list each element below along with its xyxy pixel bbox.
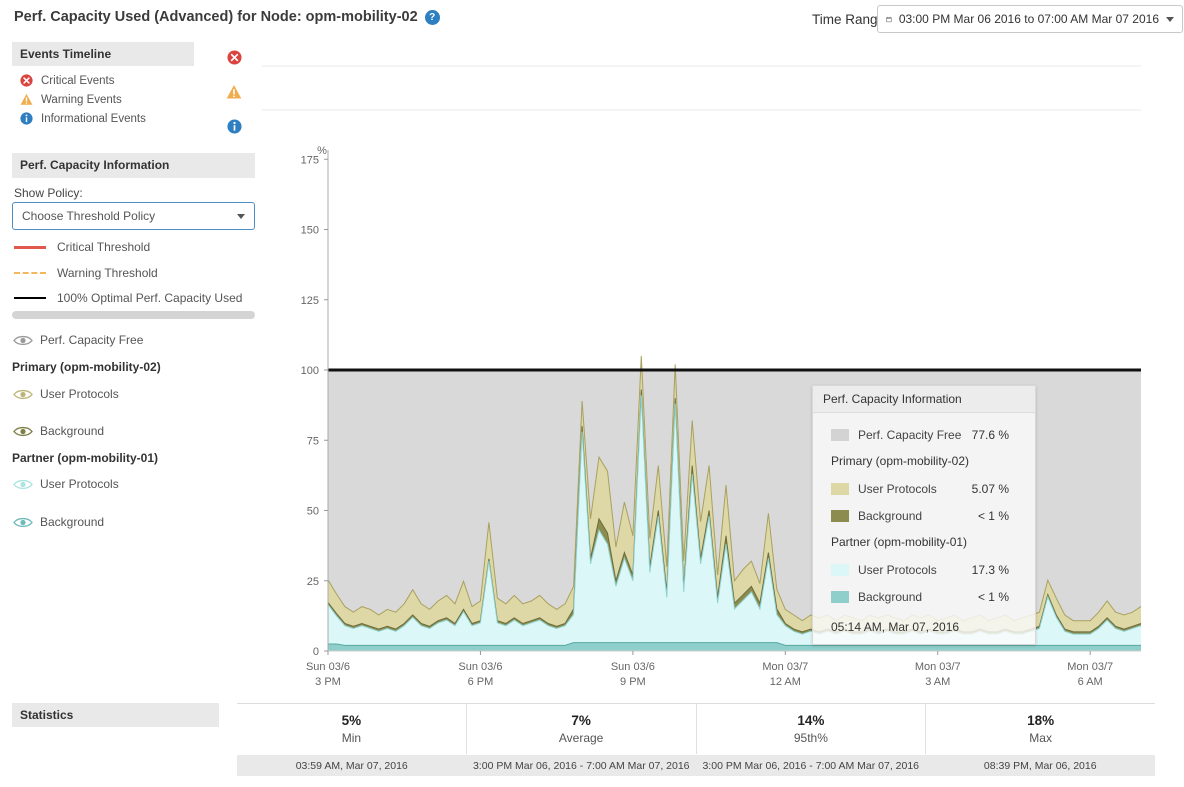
header: Perf. Capacity Used (Advanced) for Node:… — [14, 9, 440, 25]
x-tick-label: Mon 03/7 — [762, 661, 808, 673]
partner-node-group-label: Partner (opm-mobility-01) — [12, 451, 158, 465]
tooltip-partner-group: Partner (opm-mobility-01) — [831, 529, 1009, 556]
chevron-down-icon — [237, 214, 245, 219]
critical-threshold-swatch — [14, 246, 46, 249]
stat-average-range: 3:00 PM Mar 06, 2016 - 7:00 AM Mar 07, 2… — [467, 760, 697, 772]
x-tick-label: 3 PM — [315, 676, 341, 688]
tooltip-row-partner-bg: Background < 1 % — [831, 583, 1009, 610]
info-events-lane-icon — [227, 119, 242, 134]
threshold-policy-select[interactable]: Choose Threshold Policy — [12, 202, 255, 230]
free-swatch — [831, 429, 849, 441]
x-tick-label: 12 AM — [770, 676, 801, 688]
x-tick-label: 9 PM — [620, 676, 646, 688]
optimal-threshold-swatch — [14, 297, 46, 299]
warning-icon — [20, 93, 33, 106]
time-range-value: 03:00 PM Mar 06 2016 to 07:00 AM Mar 07 … — [899, 12, 1159, 26]
warning-threshold-swatch — [14, 272, 46, 274]
stat-max-date: 08:39 PM, Mar 06, 2016 — [926, 760, 1156, 772]
eye-icon — [13, 334, 33, 347]
y-tick-label: 25 — [307, 576, 319, 588]
x-tick-label: 6 PM — [468, 676, 494, 688]
tooltip-title: Perf. Capacity Information — [813, 386, 1035, 413]
time-range-label: Time Range — [812, 12, 885, 27]
eye-icon — [13, 478, 33, 491]
show-policy-label: Show Policy: — [14, 186, 83, 200]
y-tick-label: 125 — [301, 295, 319, 307]
toggle-primary-background[interactable]: Background — [13, 424, 104, 438]
eye-icon — [13, 388, 33, 401]
legend-critical-events: Critical Events — [20, 74, 115, 87]
x-tick-label: Sun 03/6 — [458, 661, 502, 673]
y-tick-label: 0 — [313, 646, 319, 658]
tooltip-row-primary-user: User Protocols 5.07 % — [831, 475, 1009, 502]
stat-95th-range: 3:00 PM Mar 06, 2016 - 7:00 AM Mar 07, 2… — [696, 760, 926, 772]
legend-warning-events: Warning Events — [20, 93, 122, 106]
partner-bg-swatch — [831, 591, 849, 603]
legend-informational-events: Informational Events — [20, 112, 146, 125]
legend-critical-threshold: Critical Threshold — [14, 240, 150, 254]
x-tick-label: Mon 03/7 — [915, 661, 961, 673]
stat-max: 18% Max — [926, 704, 1155, 754]
chevron-down-icon — [1166, 17, 1174, 22]
y-tick-label: 50 — [307, 506, 319, 518]
events-timeline-header: Events Timeline — [12, 42, 194, 66]
y-tick-label: 100 — [301, 365, 319, 377]
critical-events-lane-icon — [227, 50, 242, 65]
eye-icon — [13, 425, 33, 438]
perf-capacity-page: Perf. Capacity Used (Advanced) for Node:… — [0, 0, 1184, 787]
eye-icon — [13, 516, 33, 529]
legend-warning-threshold: Warning Threshold — [14, 266, 158, 280]
stat-min: 5% Min — [237, 704, 467, 754]
statistics-header: Statistics — [12, 703, 219, 727]
threshold-policy-value: Choose Threshold Policy — [22, 209, 237, 223]
x-tick-label: 3 AM — [925, 676, 950, 688]
tooltip-timestamp: 05:14 AM, Mar 07, 2016 — [831, 620, 1009, 634]
x-tick-label: Sun 03/6 — [611, 661, 655, 673]
tooltip-row-free: Perf. Capacity Free 77.6 % — [831, 421, 1009, 448]
tooltip-row-primary-bg: Background < 1 % — [831, 502, 1009, 529]
stat-min-date: 03:59 AM, Mar 07, 2016 — [237, 760, 467, 772]
help-icon[interactable]: ? — [425, 10, 440, 25]
critical-icon — [20, 74, 33, 87]
x-tick-label: Mon 03/7 — [1067, 661, 1113, 673]
x-tick-label: 6 AM — [1078, 676, 1103, 688]
primary-user-swatch — [831, 483, 849, 495]
calendar-icon — [886, 12, 892, 27]
toggle-partner-background[interactable]: Background — [13, 515, 104, 529]
info-icon — [20, 112, 33, 125]
y-tick-label: 150 — [301, 225, 319, 237]
partner-user-swatch — [831, 564, 849, 576]
tooltip-row-partner-user: User Protocols 17.3 % — [831, 556, 1009, 583]
statistics-values-row: 5% Min 7% Average 14% 95th% 18% Max — [237, 704, 1155, 754]
stat-95th: 14% 95th% — [697, 704, 927, 754]
page-title: Perf. Capacity Used (Advanced) for Node:… — [14, 9, 418, 25]
x-tick-label: Sun 03/6 — [306, 661, 350, 673]
legend-optimal-threshold: 100% Optimal Perf. Capacity Used — [14, 291, 242, 305]
toggle-partner-user-protocols[interactable]: User Protocols — [13, 477, 119, 491]
sidebar-scrollbar[interactable] — [12, 311, 255, 319]
statistics-table: 5% Min 7% Average 14% 95th% 18% Max 03:5… — [237, 703, 1155, 777]
primary-bg-swatch — [831, 510, 849, 522]
chart-tooltip: Perf. Capacity Information Perf. Capacit… — [812, 385, 1036, 645]
y-tick-label: 75 — [307, 435, 319, 447]
toggle-perf-capacity-free[interactable]: Perf. Capacity Free — [13, 333, 143, 347]
perf-capacity-info-header: Perf. Capacity Information — [12, 153, 255, 178]
warning-events-lane-icon — [226, 84, 242, 100]
toggle-primary-user-protocols[interactable]: User Protocols — [13, 387, 119, 401]
y-axis-unit-label: % — [317, 145, 327, 157]
primary-node-group-label: Primary (opm-mobility-02) — [12, 360, 161, 374]
statistics-dates-row: 03:59 AM, Mar 07, 2016 3:00 PM Mar 06, 2… — [237, 755, 1155, 776]
tooltip-primary-group: Primary (opm-mobility-02) — [831, 448, 1009, 475]
stat-average: 7% Average — [467, 704, 697, 754]
time-range-picker[interactable]: 03:00 PM Mar 06 2016 to 07:00 AM Mar 07 … — [877, 5, 1183, 33]
